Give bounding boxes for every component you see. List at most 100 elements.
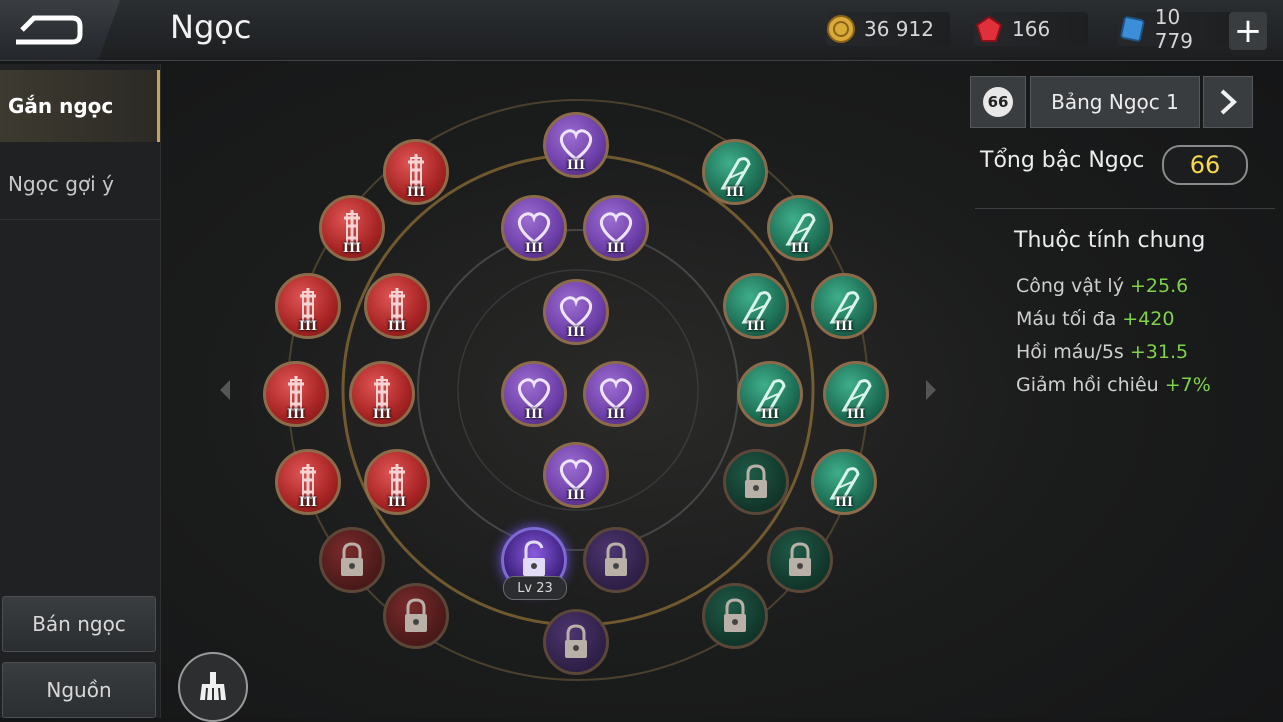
page-name-button[interactable]: Bảng Ngọc 1	[1030, 76, 1200, 128]
lock-icon	[745, 464, 767, 498]
gem-tier-label: III	[606, 241, 626, 256]
purple-gem-slot[interactable]: III	[501, 195, 567, 261]
purple-gem-slot[interactable]: III	[501, 361, 567, 427]
top-bar: Ngọc 36 912 166 10 779 +	[0, 0, 1283, 61]
red-gem-slot[interactable]: III	[364, 273, 430, 339]
red-gem-slot[interactable]: III	[364, 449, 430, 515]
gem-tier-label: III	[387, 495, 407, 510]
red-gem-slot[interactable]: III	[275, 273, 341, 339]
slot-level-badge: Lv 23	[503, 576, 567, 600]
green-gem-slot[interactable]: III	[811, 449, 877, 515]
lock-icon	[724, 598, 746, 632]
red-gem-slot[interactable]: III	[319, 195, 385, 261]
green-gem-slot[interactable]: III	[702, 139, 768, 205]
red-gem-slot-locked[interactable]	[319, 527, 385, 593]
attribute-row: Công vật lý +25.6	[1016, 275, 1188, 297]
page-level-value: 66	[983, 87, 1013, 117]
lock-icon	[565, 624, 587, 658]
red-gem-slot[interactable]: III	[383, 139, 449, 205]
purple-gem-slot[interactable]: III	[583, 361, 649, 427]
voucher-amount: 10 779	[1154, 5, 1193, 53]
back-button[interactable]	[0, 0, 120, 60]
gem-board: III III III III III III III III III III III III III I…	[160, 60, 960, 718]
chevron-right-icon	[1220, 89, 1237, 115]
attribute-value: +31.5	[1129, 341, 1189, 363]
currency-voucher: 10 779	[1118, 5, 1236, 53]
gold-amount: 36 912	[864, 17, 934, 41]
purple-gem-slot[interactable]: III	[583, 195, 649, 261]
clear-gems-button[interactable]	[178, 652, 248, 722]
attribute-row: Máu tối đa +420	[1016, 308, 1174, 330]
total-level-label: Tổng bậc Ngọc	[980, 148, 1145, 173]
green-gem-slot[interactable]: III	[823, 361, 889, 427]
attribute-name: Giảm hồi chiêu	[1016, 374, 1159, 396]
gem-tier-label: III	[790, 241, 810, 256]
green-gem-slot-locked[interactable]	[767, 527, 833, 593]
attribute-name: Máu tối đa	[1016, 308, 1117, 330]
lock-icon	[405, 598, 427, 632]
sell-gem-button[interactable]: Bán ngọc	[2, 596, 156, 652]
sidebar-item-gan-ngoc[interactable]: Gắn ngọc	[0, 70, 160, 142]
page-selector: 66 Bảng Ngọc 1	[970, 76, 1253, 128]
sidebar-item-ngoc-goi-y[interactable]: Ngọc gợi ý	[0, 148, 160, 220]
voucher-icon	[1120, 16, 1145, 42]
attributes-title: Thuộc tính chung	[1014, 228, 1206, 253]
sidebar-item-label: Gắn ngọc	[8, 94, 114, 118]
gem-tier-label: III	[746, 319, 766, 334]
lock-icon	[341, 542, 363, 576]
gem-tier-label: III	[524, 241, 544, 256]
gem-tier-label: III	[834, 495, 854, 510]
green-gem-slot[interactable]: III	[767, 195, 833, 261]
gem-tier-label: III	[725, 185, 745, 200]
gem-tier-label: III	[566, 325, 586, 340]
red-gem-slot[interactable]: III	[263, 361, 329, 427]
gem-tier-label: III	[834, 319, 854, 334]
purple-gem-slot-locked[interactable]	[583, 527, 649, 593]
lock-icon	[789, 542, 811, 576]
attribute-value: +25.6	[1129, 275, 1189, 297]
green-gem-slot[interactable]: III	[811, 273, 877, 339]
page-title: Ngọc	[170, 8, 252, 46]
add-currency-button[interactable]: +	[1229, 12, 1267, 50]
next-page-button[interactable]	[1203, 76, 1253, 128]
gem-tier-label: III	[298, 319, 318, 334]
gem-tier-label: III	[566, 158, 586, 173]
attribute-row: Hồi máu/5s +31.5	[1016, 341, 1188, 363]
gem-tier-label: III	[406, 185, 426, 200]
green-gem-slot[interactable]: III	[723, 273, 789, 339]
gold-coin-icon	[827, 15, 855, 43]
gem-tier-label: III	[372, 407, 392, 422]
red-gem-slot[interactable]: III	[349, 361, 415, 427]
gem-tier-label: III	[286, 407, 306, 422]
broom-icon	[200, 672, 226, 701]
lock-icon	[605, 542, 627, 576]
currency-gold: 36 912	[826, 12, 950, 46]
red-gem-slot[interactable]: III	[275, 449, 341, 515]
gem-tier-label: III	[760, 407, 780, 422]
red-gem-slot-locked[interactable]	[383, 583, 449, 649]
gem-tier-label: III	[387, 319, 407, 334]
sell-gem-label: Bán ngọc	[32, 612, 126, 636]
ruby-gem-icon	[975, 15, 1003, 42]
ruby-amount: 166	[1012, 17, 1051, 41]
sidebar-item-label: Ngọc gợi ý	[8, 171, 114, 196]
attribute-value: +420	[1122, 308, 1175, 330]
gem-tier-label: III	[846, 407, 866, 422]
purple-gem-slot[interactable]: III	[543, 279, 609, 345]
total-level-value: 66	[1162, 145, 1248, 185]
purple-gem-slot-locked[interactable]	[543, 609, 609, 675]
purple-gem-slot[interactable]: III	[543, 442, 609, 508]
gem-tier-label: III	[524, 407, 544, 422]
source-label: Nguồn	[46, 678, 112, 702]
gem-tier-label: III	[342, 241, 362, 256]
attribute-row: Giảm hồi chiêu +7%	[1016, 374, 1211, 396]
green-gem-slot-locked[interactable]	[723, 449, 789, 515]
gem-tier-label: III	[298, 495, 318, 510]
gem-tier-label: III	[566, 488, 586, 503]
source-button[interactable]: Nguồn	[2, 662, 156, 718]
attribute-name: Công vật lý	[1016, 275, 1124, 297]
purple-gem-slot[interactable]: III	[543, 112, 609, 178]
attribute-name: Hồi máu/5s	[1016, 341, 1124, 363]
green-gem-slot[interactable]: III	[737, 361, 803, 427]
green-gem-slot-locked[interactable]	[702, 583, 768, 649]
